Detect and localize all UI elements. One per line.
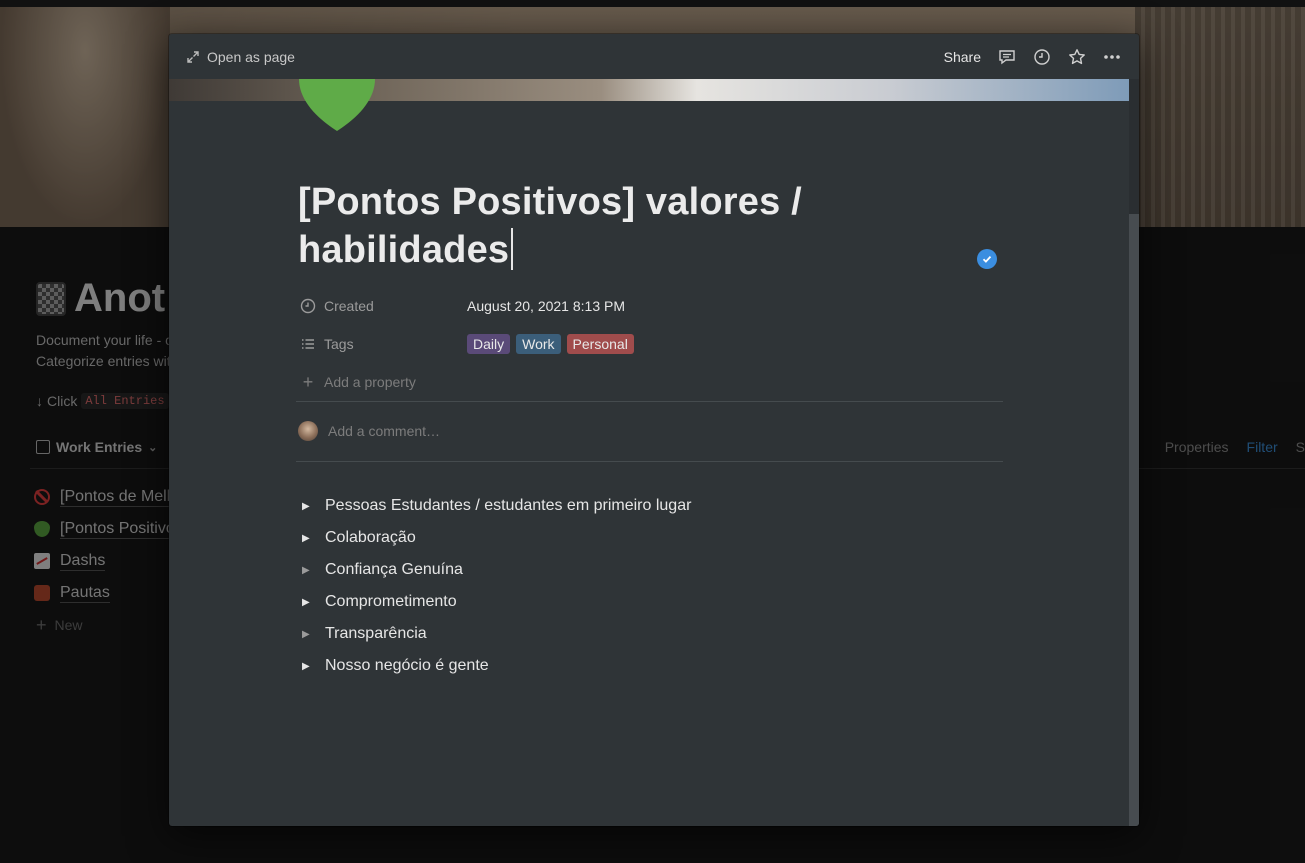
property-name[interactable]: Created [300,298,467,314]
triangle-right-icon[interactable]: ▶ [302,597,316,608]
properties-panel: Created August 20, 2021 8:13 PM Tags Dai… [300,287,1000,401]
add-property-button[interactable]: + Add a property [300,363,1000,401]
expand-arrows-icon [187,50,199,63]
toggle-block[interactable]: ▶ Nosso negócio é gente [302,650,691,682]
toggle-block[interactable]: ▶ Pessoas Estudantes / estudantes em pri… [302,490,691,522]
plus-icon: + [302,371,314,392]
more-icon[interactable] [1103,48,1121,66]
scrollbar-thumb[interactable] [1129,214,1139,826]
tags-value[interactable]: Daily Work Personal [467,334,634,354]
toggle-list: ▶ Pessoas Estudantes / estudantes em pri… [302,490,691,682]
tag-daily[interactable]: Daily [467,334,511,354]
header-actions: Share [944,48,1121,66]
page-title-line: [Pontos Positivos] valores / [298,181,802,223]
property-label: Tags [324,336,354,352]
toggle-label: Pessoas Estudantes / estudantes em prime… [325,497,692,514]
list-icon [302,339,314,349]
tag-work[interactable]: Work [516,334,561,354]
toggle-label: Nosso negócio é gente [325,657,489,674]
properties-divider [296,401,1003,402]
triangle-right-icon[interactable]: ▶ [302,629,316,640]
open-as-page-button[interactable]: Open as page [187,49,295,65]
page-peek-modal: Open as page Share [Pontos Positivos] va… [169,34,1139,826]
triangle-right-icon[interactable]: ▶ [302,661,316,672]
toggle-block[interactable]: ▶ Colaboração [302,522,691,554]
created-value: August 20, 2021 8:13 PM [467,298,625,314]
triangle-right-icon[interactable]: ▶ [302,565,316,576]
add-property-label: Add a property [324,374,416,390]
check-badge-icon [977,249,997,269]
toggle-label: Confiança Genuína [325,561,463,578]
page-title[interactable]: [Pontos Positivos] valores / habilidades [298,178,858,274]
toggle-block[interactable]: ▶ Transparência [302,618,691,650]
clock-history-icon[interactable] [1033,48,1051,66]
toggle-block[interactable]: ▶ Comprometimento [302,586,691,618]
open-as-page-label: Open as page [207,48,295,65]
text-cursor [511,228,513,270]
comment-icon[interactable] [998,48,1016,66]
avatar [298,421,318,441]
property-created: Created August 20, 2021 8:13 PM [300,287,1000,325]
triangle-right-icon[interactable]: ▶ [302,501,316,512]
toggle-label: Colaboração [325,529,416,546]
comment-placeholder: Add a comment… [328,423,441,439]
share-button[interactable]: Share [944,49,981,65]
property-label: Created [324,298,374,314]
modal-header: Open as page Share [169,34,1139,79]
toggle-block[interactable]: ▶ Confiança Genuína [302,554,691,586]
property-name[interactable]: Tags [300,336,467,352]
star-icon[interactable] [1068,48,1086,66]
tag-personal[interactable]: Personal [566,334,634,354]
toggle-label: Transparência [325,625,427,642]
clock-icon [300,298,316,314]
page-title-line: habilidades [298,229,510,271]
green-heart-icon[interactable] [299,79,375,131]
comment-input[interactable]: Add a comment… [298,421,440,441]
toggle-label: Comprometimento [325,593,457,610]
comment-divider [296,461,1003,462]
triangle-right-icon[interactable]: ▶ [302,533,316,544]
property-tags: Tags Daily Work Personal [300,325,1000,363]
